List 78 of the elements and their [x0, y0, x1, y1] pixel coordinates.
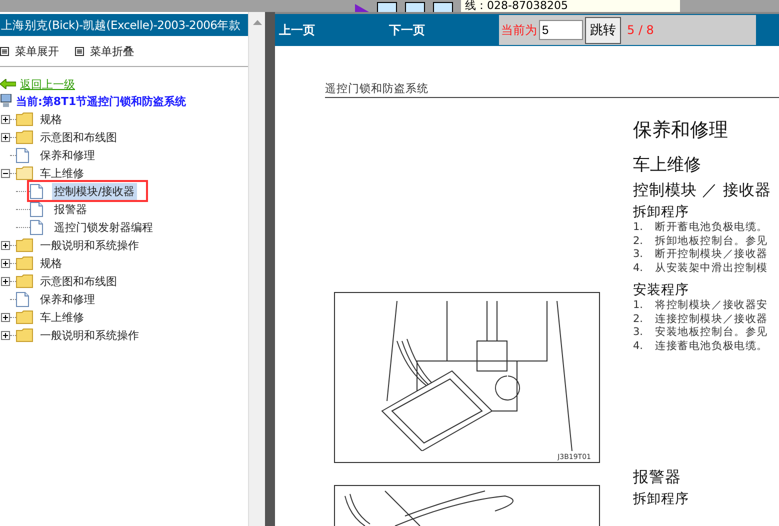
tree-item[interactable]: 规格: [38, 110, 64, 128]
toggle-icon[interactable]: [1, 114, 10, 124]
window-icon[interactable]: [377, 2, 397, 12]
running-head: 遥控门锁和防盗系统: [325, 81, 779, 98]
toggle-icon[interactable]: [1, 132, 10, 142]
phone-number: 线：028-87038205: [461, 0, 680, 12]
step-number: 2.: [633, 234, 644, 248]
tree-item[interactable]: 一般说明和系统操作: [38, 326, 141, 344]
tree-item[interactable]: 保养和修理: [38, 146, 97, 164]
folder-icon: [16, 166, 33, 180]
procedure-title: 安装程序: [633, 281, 690, 299]
tree-item[interactable]: 车上维修: [38, 308, 86, 326]
step-number: 1.: [633, 299, 644, 312]
tree-item[interactable]: 车上维修: [38, 164, 86, 182]
subsection-title: 车上维修: [633, 154, 702, 176]
section-title: 保养和修理: [633, 118, 729, 143]
step-number: 2.: [633, 312, 644, 326]
page-icon: [16, 292, 29, 306]
toggle-icon[interactable]: [1, 168, 10, 178]
window-icon[interactable]: [405, 2, 425, 12]
current-page-label: 当前为: [501, 22, 537, 38]
window-icon[interactable]: [433, 2, 453, 12]
page-icon: [30, 220, 43, 234]
page-icon: [30, 184, 43, 198]
left-arrow-icon[interactable]: [0, 79, 16, 89]
page-icon: [16, 148, 29, 162]
tree-item[interactable]: 报警器: [52, 200, 89, 218]
component-title: 报警器: [633, 467, 682, 488]
step-text: 拆卸地板控制台。参见: [655, 234, 768, 248]
step-number: 3.: [633, 248, 644, 262]
tree-item[interactable]: 控制模块/接收器: [52, 182, 137, 200]
toggle-icon[interactable]: [1, 312, 10, 322]
step-text: 断开控制模块／接收器: [655, 248, 768, 262]
step-number: 1.: [633, 221, 644, 234]
folder-icon: [16, 112, 33, 126]
back-link[interactable]: 返回上一级: [20, 76, 75, 92]
toggle-icon[interactable]: [1, 240, 10, 250]
folder-icon: [16, 328, 33, 342]
page-icon: [30, 202, 43, 216]
folder-icon: [16, 274, 33, 288]
step-number: 4.: [633, 340, 644, 353]
tree-item[interactable]: 示意图和布线图: [38, 128, 119, 146]
menu-item[interactable]: 菜单展开: [0, 42, 59, 60]
step-text: 安装地板控制台。参见: [655, 326, 768, 340]
triangle-icon: [355, 2, 369, 12]
step-number: 3.: [633, 326, 644, 340]
computer-icon: [0, 94, 12, 108]
folder-icon: [16, 130, 33, 144]
tree-item[interactable]: 保养和修理: [38, 290, 97, 308]
tree-item[interactable]: 一般说明和系统操作: [38, 236, 141, 254]
toggle-icon[interactable]: [1, 330, 10, 340]
tree-item[interactable]: 示意图和布线图: [38, 272, 119, 290]
scrollbar[interactable]: [248, 12, 265, 526]
prev-page-link[interactable]: 上一页: [279, 22, 385, 38]
page-count: 5 / 8: [627, 23, 654, 37]
tree-item[interactable]: 遥控门锁发射器编程: [52, 218, 155, 236]
procedure-title: 拆卸程序: [633, 490, 690, 508]
step-text: 断开蓄电池负极电缆。: [655, 221, 768, 234]
current-section: 当前:第8T1节遥控门锁和防盗系统: [16, 94, 186, 108]
folder-icon: [16, 310, 33, 324]
folder-icon: [16, 256, 33, 270]
component-title: 控制模块 ／ 接收器: [633, 180, 771, 201]
toggle-icon[interactable]: [1, 258, 10, 268]
page-input[interactable]: 5: [539, 20, 583, 40]
list-icon: [75, 46, 84, 56]
go-button[interactable]: 跳转: [585, 16, 621, 44]
menu-item[interactable]: 菜单折叠: [75, 42, 134, 60]
folder-icon: [16, 238, 33, 252]
procedure-title: 拆卸程序: [633, 203, 690, 221]
step-number: 4.: [633, 262, 644, 275]
step-text: 连接蓄电池负极电缆。: [655, 340, 768, 353]
step-text: 将控制模块／接收器安: [655, 299, 768, 312]
tree-item[interactable]: 规格: [38, 254, 64, 272]
step-text: 从安装架中滑出控制模: [655, 262, 768, 275]
next-page-link[interactable]: 下一页: [389, 22, 499, 38]
pane-title: 上海别克(Bick)-凯越(Excelle)-2003-2006年款: [0, 14, 248, 36]
step-text: 连接控制模块／接收器: [655, 312, 768, 326]
toggle-icon[interactable]: [1, 276, 10, 286]
